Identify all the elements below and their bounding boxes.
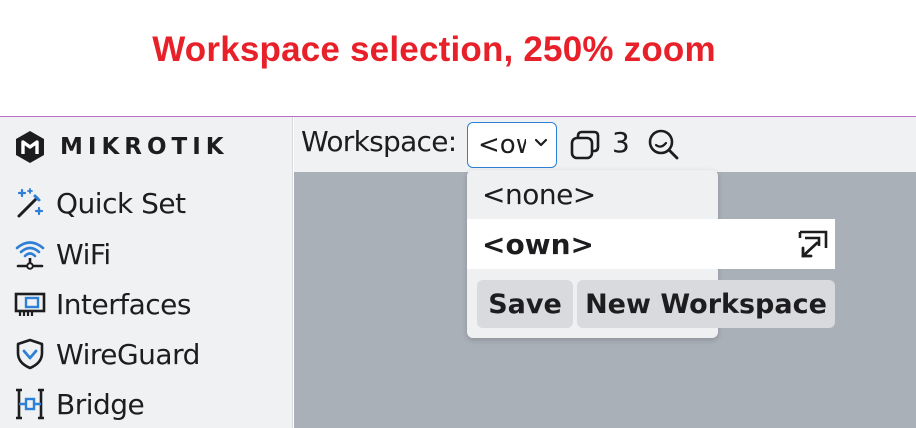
top-toolbar: Workspace: <own> 3 xyxy=(294,117,916,172)
sidebar-item-label: WireGuard xyxy=(56,337,200,371)
sidebar-item-label: WiFi xyxy=(56,237,111,271)
mikrotik-logo-icon xyxy=(16,131,44,163)
wifi-icon xyxy=(12,236,48,272)
sidebar-item-label: Bridge xyxy=(56,387,145,421)
open-windows-count: 3 xyxy=(612,126,630,159)
workspace-option-own[interactable]: <own> xyxy=(467,219,835,269)
workspace-select-value: <own> xyxy=(478,130,526,160)
brand-name: MIKROTIK xyxy=(60,134,229,160)
sidebar: MIKROTIK Quick Set WiFi Interfaces WireG… xyxy=(0,117,293,428)
sidebar-item-bridge[interactable]: Bridge xyxy=(12,382,145,426)
network-card-icon xyxy=(12,286,48,322)
brand-logo: MIKROTIK xyxy=(12,129,229,165)
bridge-icon xyxy=(12,386,48,422)
windows-stack-icon[interactable] xyxy=(568,127,604,163)
sidebar-item-label: Interfaces xyxy=(56,287,191,321)
shield-icon xyxy=(12,336,48,372)
workspace-select[interactable]: <own> xyxy=(467,122,557,168)
search-zoom-icon[interactable] xyxy=(646,127,682,163)
sidebar-item-wifi[interactable]: WiFi xyxy=(12,232,111,276)
magic-wand-icon xyxy=(12,185,48,221)
sidebar-item-wireguard[interactable]: WireGuard xyxy=(12,332,200,376)
workspace-option-none[interactable]: <none> xyxy=(467,170,718,219)
chevron-down-icon xyxy=(534,138,548,147)
save-workspace-button[interactable]: Save xyxy=(477,280,573,328)
sidebar-item-quick-set[interactable]: Quick Set xyxy=(12,181,186,225)
workspace-label: Workspace: xyxy=(301,125,457,158)
new-workspace-button[interactable]: New Workspace xyxy=(577,280,835,328)
sidebar-item-label: Quick Set xyxy=(56,186,186,220)
sidebar-item-interfaces[interactable]: Interfaces xyxy=(12,282,191,326)
share-icon[interactable] xyxy=(797,228,831,260)
page-caption: Workspace selection, 250% zoom xyxy=(152,30,716,69)
workspace-option-own-label: <own> xyxy=(482,227,594,261)
